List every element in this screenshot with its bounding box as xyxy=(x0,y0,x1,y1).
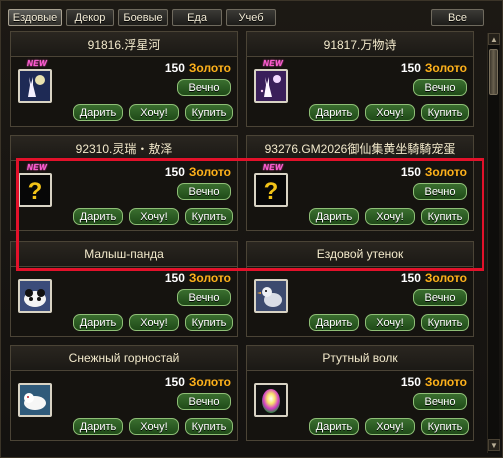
unknown-question-icon[interactable]: ? xyxy=(18,173,52,207)
item-card: 93276.GM2026御仙集黄坐騎騎宠蛋 ? NEW 150 Золото В… xyxy=(246,135,474,231)
new-badge: NEW xyxy=(27,163,48,172)
price-value: 150 xyxy=(164,375,185,389)
item-title: Ртутный волк xyxy=(247,346,473,371)
item-grid: 91816.浮星河 NEW 150 Золото Вечно Дарить Хо… xyxy=(10,31,484,451)
item-card: Ездовой утенок 150 Золото Вечно Дарить Х… xyxy=(246,241,474,337)
item-title: 91817.万物诗 xyxy=(247,32,473,57)
price-row: 150 Золото xyxy=(401,165,467,179)
currency-label: Золото xyxy=(424,61,467,75)
price-row: 150 Золото xyxy=(165,271,231,285)
item-card: 91817.万物诗 NEW 150 Золото Вечно Дарить Хо… xyxy=(246,31,474,127)
new-badge: NEW xyxy=(263,163,284,172)
want-button[interactable]: Хочу! xyxy=(129,208,179,225)
panda-icon[interactable] xyxy=(18,279,52,313)
price-value: 150 xyxy=(400,165,421,179)
category-tabs: Ездовые Декор Боевые Еда Учеб xyxy=(8,9,280,27)
buy-button[interactable]: Купить xyxy=(185,104,233,121)
price-row: 150 Золото xyxy=(165,375,231,389)
term-button[interactable]: Вечно xyxy=(177,183,231,200)
currency-label: Золото xyxy=(424,375,467,389)
price-row: 150 Золото xyxy=(401,61,467,75)
price-row: 150 Золото xyxy=(165,165,231,179)
egg-icon[interactable] xyxy=(254,383,288,417)
item-card: 92310.灵瑞・敖泽 ? NEW 150 Золото Вечно Дарит… xyxy=(10,135,238,231)
scroll-up-icon[interactable]: ▲ xyxy=(488,33,500,45)
gift-button[interactable]: Дарить xyxy=(309,208,359,225)
price-value: 150 xyxy=(400,271,421,285)
term-button[interactable]: Вечно xyxy=(177,393,231,410)
want-button[interactable]: Хочу! xyxy=(365,208,415,225)
buy-button[interactable]: Купить xyxy=(421,208,469,225)
gift-button[interactable]: Дарить xyxy=(309,314,359,331)
tab-food[interactable]: Еда xyxy=(172,9,222,26)
scroll-down-icon[interactable]: ▼ xyxy=(488,439,500,451)
scrollbar[interactable]: ▲ ▼ xyxy=(487,33,500,453)
duckling-icon[interactable] xyxy=(254,279,288,313)
tab-all[interactable]: Все xyxy=(431,9,484,26)
term-button[interactable]: Вечно xyxy=(413,393,467,410)
item-card: Снежный горностай 150 Золото Вечно Дарит… xyxy=(10,345,238,441)
item-title: 93276.GM2026御仙集黄坐騎騎宠蛋 xyxy=(247,136,473,161)
gift-button[interactable]: Дарить xyxy=(73,208,123,225)
rabbit-night-icon[interactable] xyxy=(254,69,288,103)
gift-button[interactable]: Дарить xyxy=(73,104,123,121)
item-title: 91816.浮星河 xyxy=(11,32,237,57)
price-value: 150 xyxy=(164,61,185,75)
price-value: 150 xyxy=(164,271,185,285)
want-button[interactable]: Хочу! xyxy=(365,418,415,435)
price-row: 150 Золото xyxy=(401,375,467,389)
item-card: 91816.浮星河 NEW 150 Золото Вечно Дарить Хо… xyxy=(10,31,238,127)
snow-ermine-icon[interactable] xyxy=(18,383,52,417)
unknown-question-icon[interactable]: ? xyxy=(254,173,288,207)
new-badge: NEW xyxy=(263,59,284,68)
want-button[interactable]: Хочу! xyxy=(129,314,179,331)
new-badge: NEW xyxy=(27,59,48,68)
gift-button[interactable]: Дарить xyxy=(73,314,123,331)
term-button[interactable]: Вечно xyxy=(413,183,467,200)
currency-label: Золото xyxy=(188,271,231,285)
scroll-thumb[interactable] xyxy=(489,49,498,95)
want-button[interactable]: Хочу! xyxy=(365,314,415,331)
want-button[interactable]: Хочу! xyxy=(129,104,179,121)
item-card: Малыш-панда 150 Золото Вечно Дарить Хочу… xyxy=(10,241,238,337)
buy-button[interactable]: Купить xyxy=(421,104,469,121)
term-button[interactable]: Вечно xyxy=(413,79,467,96)
price-row: 150 Золото xyxy=(401,271,467,285)
buy-button[interactable]: Купить xyxy=(185,418,233,435)
buy-button[interactable]: Купить xyxy=(185,208,233,225)
price-row: 150 Золото xyxy=(165,61,231,75)
tab-decor[interactable]: Декор xyxy=(66,9,114,26)
item-title: Малыш-панда xyxy=(11,242,237,267)
item-title: 92310.灵瑞・敖泽 xyxy=(11,136,237,161)
tab-mounts[interactable]: Ездовые xyxy=(8,9,62,26)
currency-label: Золото xyxy=(424,271,467,285)
term-button[interactable]: Вечно xyxy=(413,289,467,306)
gift-button[interactable]: Дарить xyxy=(309,418,359,435)
currency-label: Золото xyxy=(188,61,231,75)
currency-label: Золото xyxy=(188,165,231,179)
buy-button[interactable]: Купить xyxy=(185,314,233,331)
term-button[interactable]: Вечно xyxy=(177,79,231,96)
item-card: Ртутный волк 150 Золото Вечно Дарить Хоч… xyxy=(246,345,474,441)
term-button[interactable]: Вечно xyxy=(177,289,231,306)
buy-button[interactable]: Купить xyxy=(421,314,469,331)
want-button[interactable]: Хочу! xyxy=(129,418,179,435)
price-value: 150 xyxy=(400,375,421,389)
svg-text:?: ? xyxy=(264,178,279,205)
svg-text:?: ? xyxy=(28,178,43,205)
tab-training[interactable]: Учеб xyxy=(226,9,276,26)
gift-button[interactable]: Дарить xyxy=(309,104,359,121)
shop-window: Ездовые Декор Боевые Еда Учеб Все 91816.… xyxy=(0,0,503,458)
want-button[interactable]: Хочу! xyxy=(365,104,415,121)
item-title: Ездовой утенок xyxy=(247,242,473,267)
buy-button[interactable]: Купить xyxy=(421,418,469,435)
price-value: 150 xyxy=(164,165,185,179)
tab-combat[interactable]: Боевые xyxy=(118,9,168,26)
price-value: 150 xyxy=(400,61,421,75)
currency-label: Золото xyxy=(188,375,231,389)
item-title: Снежный горностай xyxy=(11,346,237,371)
currency-label: Золото xyxy=(424,165,467,179)
rabbit-night-icon[interactable] xyxy=(18,69,52,103)
gift-button[interactable]: Дарить xyxy=(73,418,123,435)
